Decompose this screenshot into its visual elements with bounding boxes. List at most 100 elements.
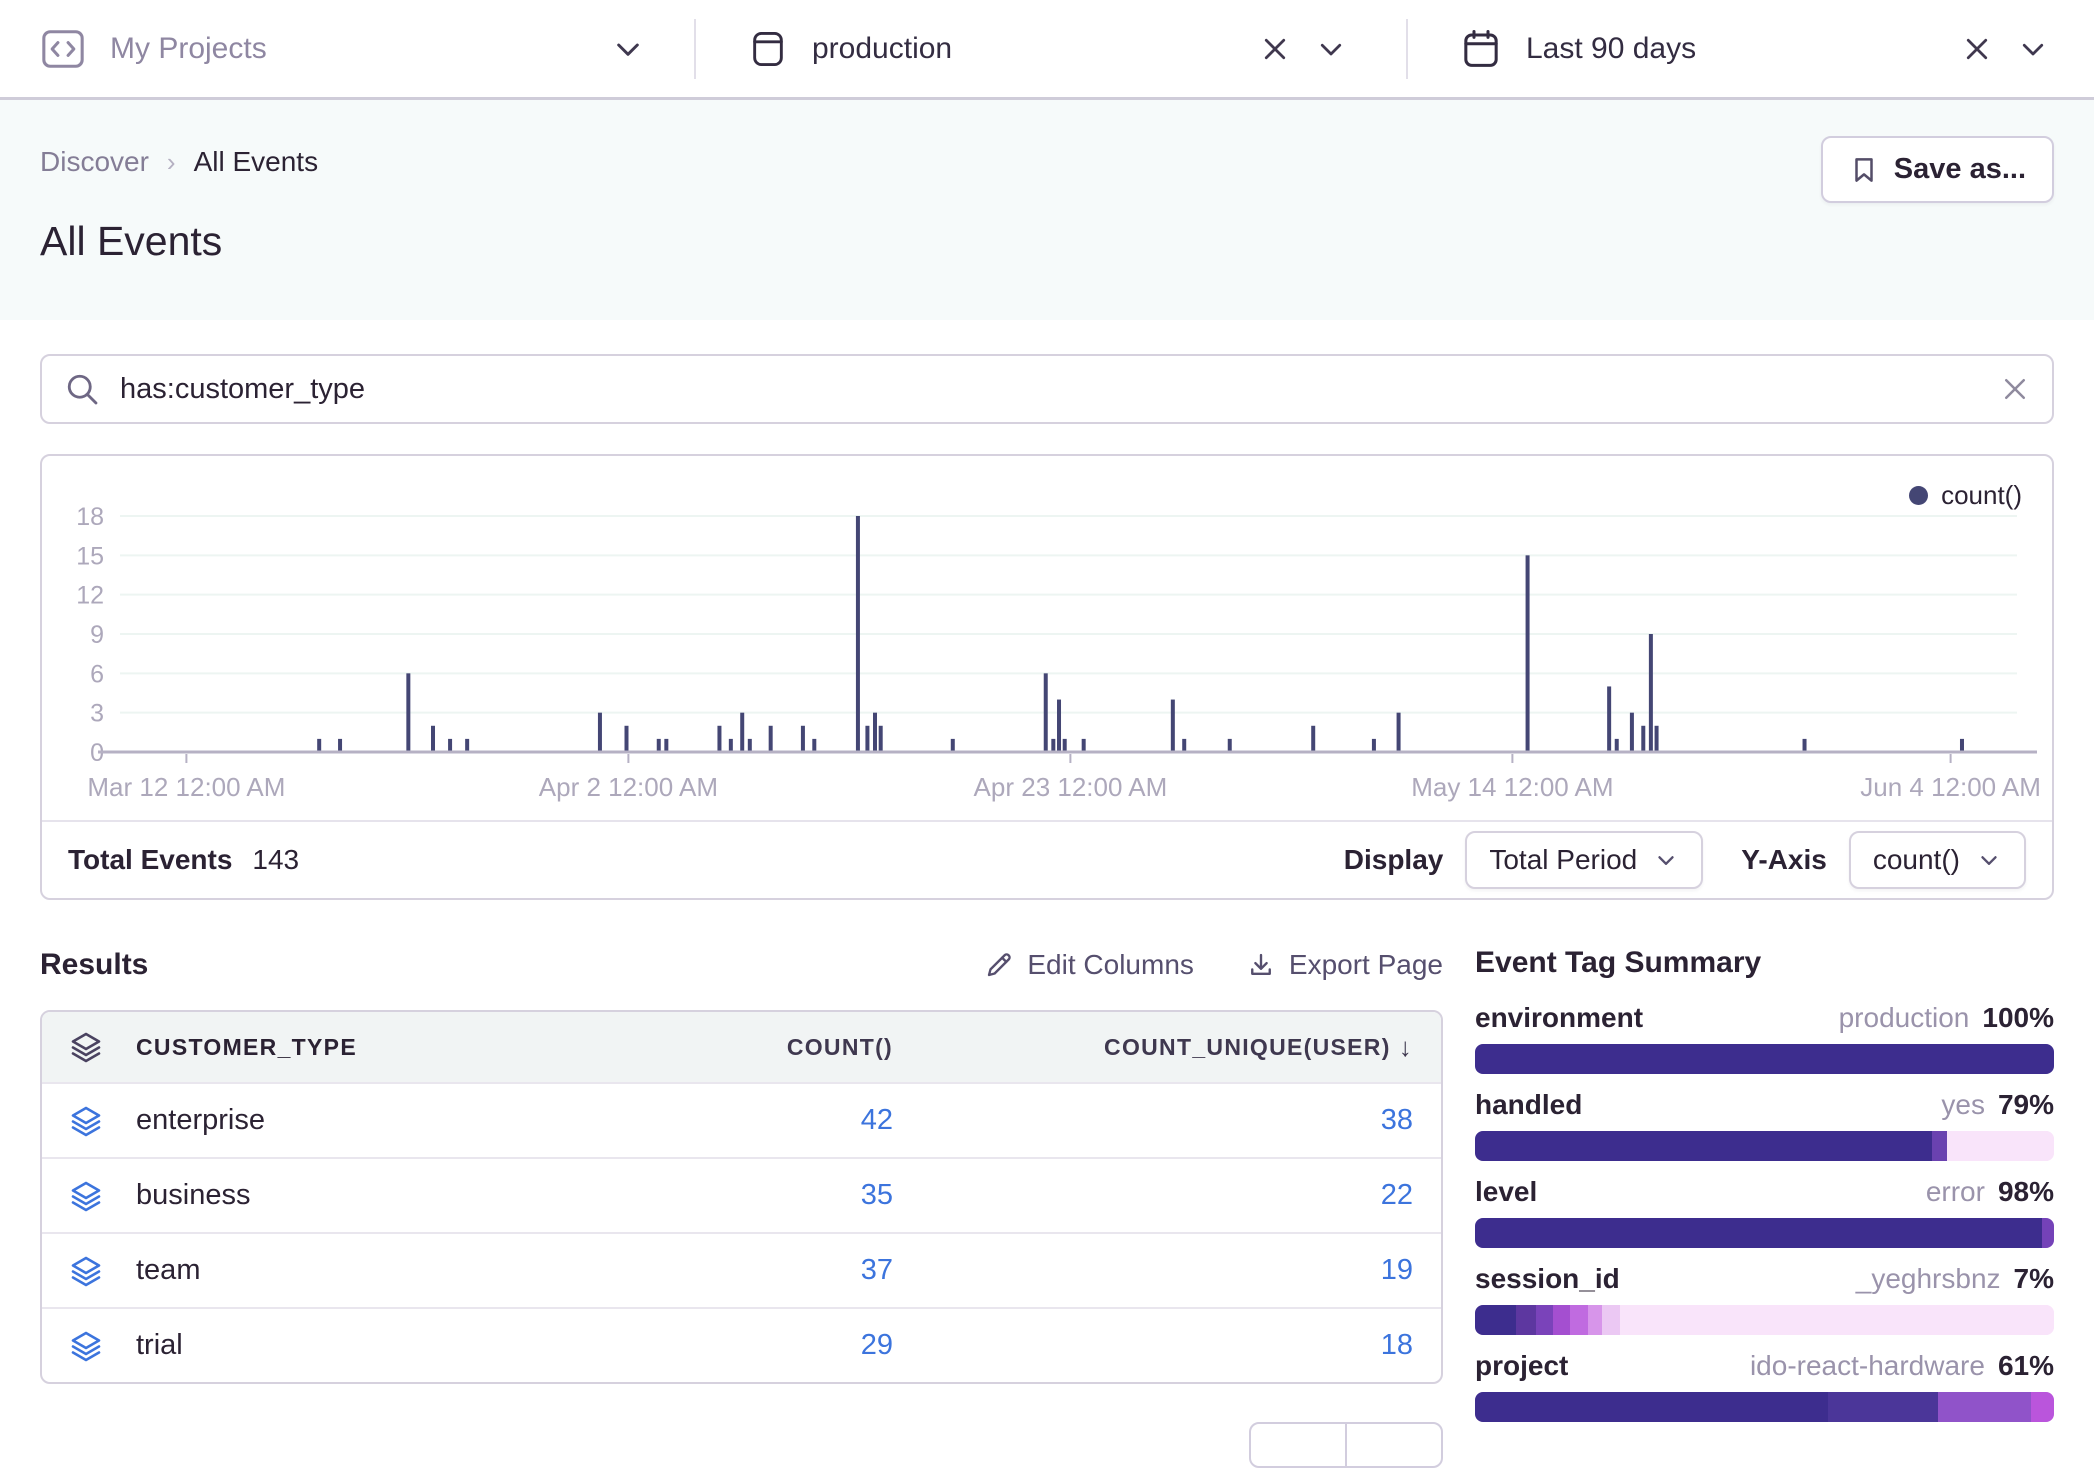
chart-footer: Total Events 143 Display Total Period Y-… xyxy=(42,820,2052,898)
project-selector[interactable]: My Projects xyxy=(0,0,694,97)
count-cell[interactable]: 42 xyxy=(653,1104,893,1137)
clear-search-icon[interactable] xyxy=(2000,374,2030,404)
tag-bar-segment xyxy=(1475,1131,1932,1161)
date-range-label: Last 90 days xyxy=(1526,32,1696,66)
column-header-customer-type[interactable]: CUSTOMER_TYPE xyxy=(110,1034,653,1061)
main-content: count() 0369121518Mar 12 12:00 AMApr 2 1… xyxy=(0,320,2094,1468)
tag-top-value: ido-react-hardware xyxy=(1750,1350,1985,1382)
search-input[interactable] xyxy=(118,372,1982,407)
environment-label: production xyxy=(812,32,952,66)
window-icon xyxy=(748,29,788,69)
tag-top-value: error xyxy=(1926,1176,1985,1208)
export-page-button[interactable]: Export Page xyxy=(1246,949,1443,981)
count-cell[interactable]: 37 xyxy=(653,1254,893,1287)
svg-text:Mar 12 12:00 AM: Mar 12 12:00 AM xyxy=(87,772,285,802)
chevron-down-icon[interactable] xyxy=(1316,34,1346,64)
chevron-down-icon xyxy=(1976,847,2002,873)
count-unique-user-cell[interactable]: 22 xyxy=(893,1179,1413,1212)
total-events-label: Total Events xyxy=(68,844,232,876)
save-as-button[interactable]: Save as... xyxy=(1821,136,2054,203)
table-row[interactable]: trial2918 xyxy=(42,1307,1441,1382)
stack-icon xyxy=(70,1180,110,1212)
tag-top-value: production xyxy=(1839,1002,1970,1034)
page-header: Discover › All Events Save as... All Eve… xyxy=(0,100,2094,320)
tag-distribution-bar[interactable] xyxy=(1475,1131,2054,1161)
tag-bar-segment xyxy=(2042,1218,2054,1248)
tag-distribution-bar[interactable] xyxy=(1475,1305,2054,1335)
tag-bar-segment xyxy=(1475,1044,2054,1074)
table-row[interactable]: business3522 xyxy=(42,1157,1441,1232)
chevron-down-icon[interactable] xyxy=(2018,34,2048,64)
customer-type-cell: business xyxy=(110,1179,653,1212)
clear-date-range-icon[interactable] xyxy=(1962,34,1992,64)
page-title: All Events xyxy=(40,218,2054,265)
svg-text:15: 15 xyxy=(76,542,104,570)
svg-text:Apr 23 12:00 AM: Apr 23 12:00 AM xyxy=(974,772,1168,802)
table-row[interactable]: team3719 xyxy=(42,1232,1441,1307)
breadcrumb-discover-link[interactable]: Discover xyxy=(40,146,149,178)
results-heading: Results xyxy=(40,948,148,982)
count-unique-user-cell[interactable]: 19 xyxy=(893,1254,1413,1287)
tag-distribution-bar[interactable] xyxy=(1475,1044,2054,1074)
search-bar xyxy=(40,354,2054,424)
display-select-value: Total Period xyxy=(1489,844,1637,876)
pagination-previous-button[interactable] xyxy=(1249,1422,1347,1468)
tag-distribution-bar[interactable] xyxy=(1475,1218,2054,1248)
breadcrumb: Discover › All Events xyxy=(40,146,2054,178)
tag-summary-item: levelerror98% xyxy=(1475,1176,2054,1248)
yaxis-select-value: count() xyxy=(1873,844,1960,876)
tag-bar-segment xyxy=(1553,1305,1570,1335)
tag-name: environment xyxy=(1475,1002,1643,1034)
tag-bar-segment xyxy=(1475,1218,2042,1248)
display-select[interactable]: Total Period xyxy=(1465,831,1703,889)
chart-canvas: 0369121518Mar 12 12:00 AMApr 2 12:00 AMA… xyxy=(42,462,2052,814)
stack-icon xyxy=(70,1105,110,1137)
chart-svg: 0369121518Mar 12 12:00 AMApr 2 12:00 AMA… xyxy=(42,462,2052,814)
tag-summary-item: projectido-react-hardware61% xyxy=(1475,1350,2054,1422)
pencil-icon xyxy=(984,950,1014,980)
tag-bar-segment xyxy=(1602,1305,1619,1335)
count-unique-user-cell[interactable]: 18 xyxy=(893,1329,1413,1362)
tag-bar-segment xyxy=(1475,1305,1516,1335)
tag-distribution-bar[interactable] xyxy=(1475,1392,2054,1422)
table-row[interactable]: enterprise4238 xyxy=(42,1082,1441,1157)
count-cell[interactable]: 29 xyxy=(653,1329,893,1362)
chevron-down-icon xyxy=(1653,847,1679,873)
tag-bar-segment xyxy=(2031,1392,2054,1422)
tag-bar-segment xyxy=(1588,1305,1602,1335)
column-header-count-unique-user[interactable]: COUNT_UNIQUE(USER)↓ xyxy=(893,1032,1413,1063)
calendar-icon xyxy=(1460,28,1502,70)
yaxis-select[interactable]: count() xyxy=(1849,831,2026,889)
chevron-down-icon[interactable] xyxy=(612,33,644,65)
pagination xyxy=(40,1422,1443,1468)
tag-name: project xyxy=(1475,1350,1568,1382)
results-section: Results Edit Columns Export Page xyxy=(40,946,1443,1468)
tag-name: session_id xyxy=(1475,1263,1620,1295)
edit-columns-button[interactable]: Edit Columns xyxy=(984,949,1194,981)
clear-environment-icon[interactable] xyxy=(1260,34,1290,64)
tag-summary-heading: Event Tag Summary xyxy=(1475,946,1761,979)
events-chart[interactable]: count() 0369121518Mar 12 12:00 AMApr 2 1… xyxy=(42,456,2052,820)
count-unique-user-cell[interactable]: 38 xyxy=(893,1104,1413,1137)
count-cell[interactable]: 35 xyxy=(653,1179,893,1212)
edit-columns-label: Edit Columns xyxy=(1027,949,1194,981)
tag-bar-segment xyxy=(1947,1131,2054,1161)
svg-text:18: 18 xyxy=(76,503,104,531)
tag-percent: 79% xyxy=(1998,1089,2054,1121)
tag-name: handled xyxy=(1475,1089,1582,1121)
tag-bar-segment xyxy=(1938,1392,2031,1422)
tag-percent: 100% xyxy=(1982,1002,2054,1034)
pagination-next-button[interactable] xyxy=(1345,1422,1443,1468)
tag-bar-segment xyxy=(1620,1305,2054,1335)
display-label: Display xyxy=(1344,844,1444,876)
date-range-selector[interactable]: Last 90 days xyxy=(1408,0,2094,97)
tag-top-value: yes xyxy=(1941,1089,1985,1121)
tag-bar-segment xyxy=(1570,1305,1587,1335)
svg-text:Apr 2 12:00 AM: Apr 2 12:00 AM xyxy=(539,772,718,802)
tag-summary-item: environment production 100% xyxy=(1475,1002,2054,1074)
tag-name: level xyxy=(1475,1176,1537,1208)
environment-selector[interactable]: production xyxy=(696,0,1406,97)
event-tag-summary: Event Tag Summary environment production 1… xyxy=(1475,946,2054,1468)
column-header-count[interactable]: COUNT() xyxy=(653,1034,893,1061)
svg-text:6: 6 xyxy=(90,660,104,688)
